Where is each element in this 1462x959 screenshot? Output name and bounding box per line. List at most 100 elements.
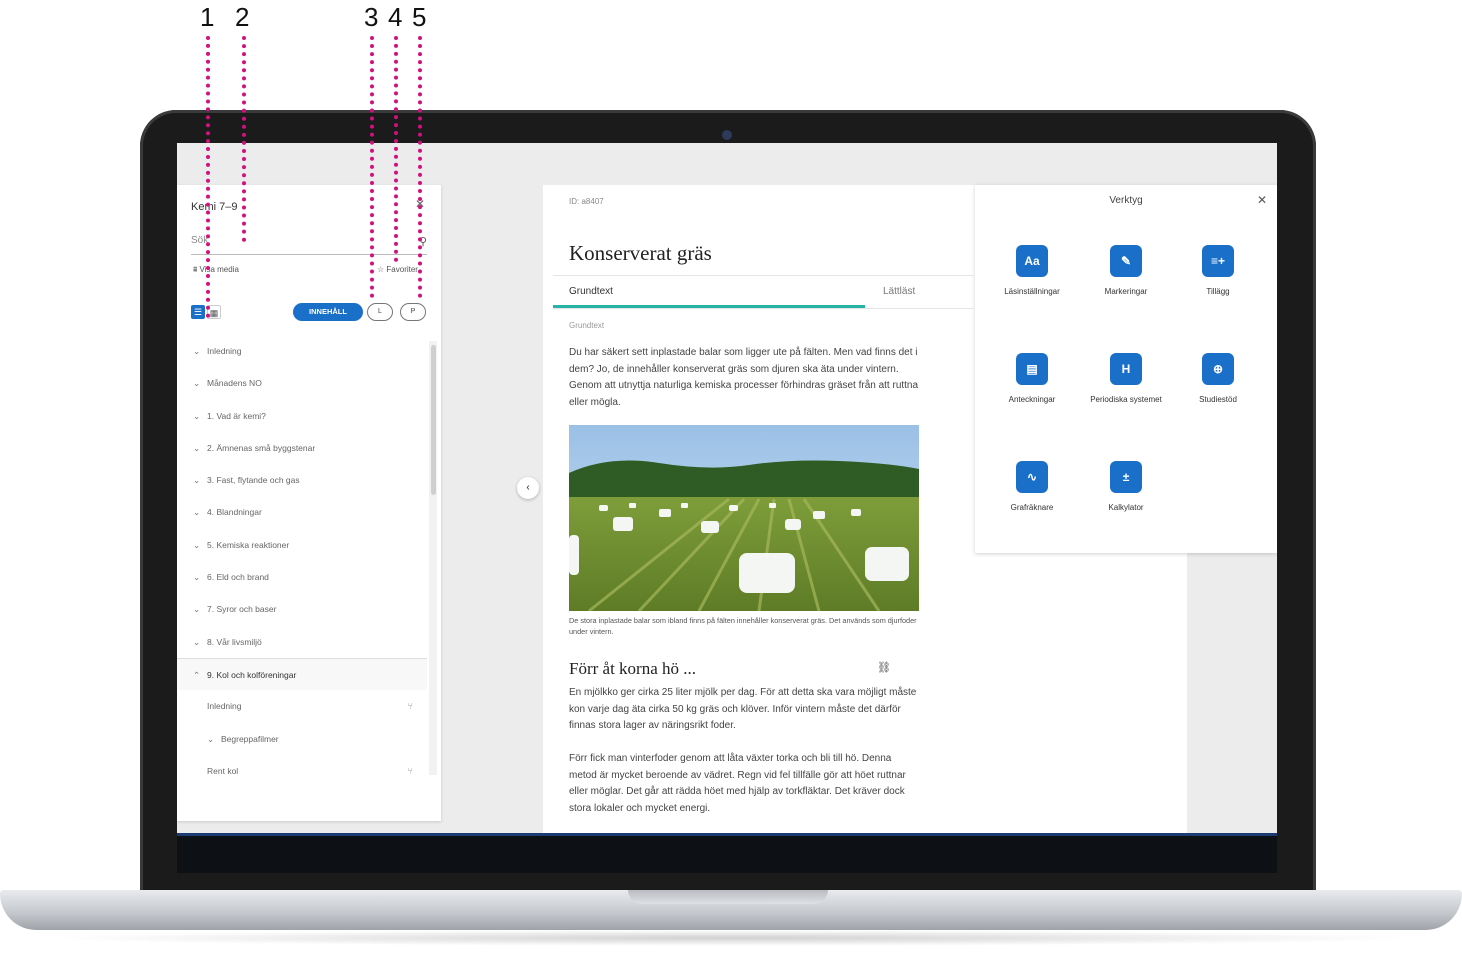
toc-subitem[interactable]: Inledning ⑂	[177, 690, 427, 722]
link-icon[interactable]: ⛓	[877, 661, 891, 674]
callout-line-2	[242, 36, 246, 242]
toc-list: ⌄ Inledning ⌄ Månadens NO ⌄ 1. Vad är kemi?…	[177, 335, 427, 787]
article-id-label: ID:	[569, 197, 580, 206]
toc-item-label: 8. Vår livsmiljö	[207, 636, 262, 647]
content-button[interactable]: INNEHÅLL	[293, 303, 363, 321]
toc-subitem[interactable]: Rent kol ⑂	[177, 755, 427, 787]
photo-caption: De stora inplastade balar som ibland fin…	[569, 616, 917, 636]
toc-item-label: 1. Vad är kemi?	[207, 410, 266, 421]
callout-line-1	[206, 36, 210, 318]
tool-additions[interactable]: ≡+ Tillägg	[1173, 245, 1263, 296]
section-label: Grundtext	[569, 321, 605, 330]
callout-line-5	[418, 36, 422, 298]
toc-item[interactable]: ⌄ 5. Kemiska reaktioner	[177, 529, 427, 561]
pin-icon[interactable]: ⑂	[408, 755, 413, 787]
toc-item[interactable]: ⌄ 6. Eld och brand	[177, 561, 427, 593]
toc-item-label: 4. Blandningar	[207, 507, 262, 518]
product-figure: 1 2 3 4 5 Kemi 7–9 ✕ Sök ⚲ ⩩ Visa media …	[0, 0, 1462, 959]
toc-subitem[interactable]: ⌄ Begreppafilmer	[177, 723, 427, 755]
search-input[interactable]: Sök ⚲	[191, 235, 427, 255]
hay-bales-photo	[569, 425, 919, 611]
chevron-down-icon: ⌄	[193, 475, 201, 486]
tool-label: Studiestöd	[1199, 395, 1237, 404]
intro-paragraph: Du har säkert sett inplastade balar som …	[569, 347, 919, 408]
laptop-shadow	[40, 930, 1422, 946]
laptop-notch	[628, 890, 828, 904]
article-title: Konserverat gräs	[569, 241, 712, 265]
section-heading: Förr åt korna hö ...	[569, 659, 697, 678]
tool-reading-settings[interactable]: Aa Läsinställningar	[987, 245, 1077, 296]
l-button[interactable]: L	[367, 303, 393, 321]
p-button[interactable]: P	[400, 303, 426, 321]
tool-label: Läsinställningar	[1004, 287, 1060, 296]
star-icon: ☆	[377, 265, 387, 274]
callout-1: 1	[200, 2, 215, 32]
toc-item-label: Begreppafilmer	[221, 733, 279, 744]
tool-calculator[interactable]: ± Kalkylator	[1081, 461, 1171, 512]
tool-periodic-table[interactable]: H Periodiska systemet	[1081, 353, 1171, 404]
screen: Kemi 7–9 ✕ Sök ⚲ ⩩ Visa media ☆ Favorite…	[177, 143, 1277, 833]
callout-5: 5	[412, 2, 427, 32]
tab-lattlast[interactable]: Lättläst	[883, 276, 915, 308]
tools-title: Verktyg	[1109, 195, 1143, 206]
chevron-up-icon: ⌃	[193, 669, 201, 680]
tool-label: Kalkylator	[1108, 503, 1144, 512]
tool-label: Tillägg	[1206, 287, 1230, 296]
toc-item-label: 5. Kemiska reaktioner	[207, 539, 290, 550]
collapse-sidebar-button[interactable]: ‹	[517, 477, 539, 499]
toc-item[interactable]: ⌄ 4. Blandningar	[177, 496, 427, 528]
book-title: Kemi 7–9	[191, 201, 238, 213]
toc-item[interactable]: ⌄ 7. Syror och baser	[177, 593, 427, 625]
tool-highlights[interactable]: ✎ Markeringar	[1081, 245, 1171, 296]
highlighter-icon: ✎	[1110, 245, 1142, 277]
list-view-icon[interactable]: ☰	[191, 305, 205, 319]
globe-icon: ⊕	[1202, 353, 1234, 385]
tools-panel: Verktyg ✕ Aa Läsinställningar ✎ Markerin…	[975, 185, 1277, 553]
chevron-down-icon: ⌄	[193, 572, 201, 583]
callout-line-4	[394, 36, 398, 262]
pin-icon[interactable]: ⑂	[408, 690, 413, 722]
periodic-table-icon: H	[1110, 353, 1142, 385]
toc-item[interactable]: ⌄ 8. Vår livsmiljö	[177, 626, 427, 658]
chevron-down-icon: ⌄	[207, 733, 215, 744]
toc-item[interactable]: ⌄ 1. Vad är kemi?	[177, 400, 427, 432]
toc-item[interactable]: ⌄ 3. Fast, flytande och gas	[177, 464, 427, 496]
chevron-down-icon: ⌄	[193, 539, 201, 550]
chevron-left-icon: ‹	[526, 482, 530, 493]
chevron-down-icon: ⌄	[193, 410, 201, 421]
callout-line-3	[370, 36, 374, 298]
webcam	[722, 130, 732, 140]
notes-icon: ▤	[1016, 353, 1048, 385]
chevron-down-icon: ⌄	[193, 507, 201, 518]
chevron-down-icon: ⌄	[193, 378, 201, 389]
scrollbar-thumb[interactable]	[431, 345, 436, 495]
tool-label: Grafräknare	[1010, 503, 1054, 512]
chevron-down-icon: ⌄	[193, 636, 201, 647]
tab-grundtext[interactable]: Grundtext	[553, 276, 865, 308]
callout-3: 3	[364, 2, 379, 32]
toc-item-label: 3. Fast, flytande och gas	[207, 475, 300, 486]
toc-item-label: Inledning	[207, 346, 242, 356]
toc-item-label: Inledning	[207, 701, 242, 712]
tool-label: Periodiska systemet	[1090, 395, 1162, 404]
toc-item-expanded[interactable]: ⌃ 9. Kol och kolföreningar	[177, 657, 427, 691]
article-id-value: a8407	[581, 197, 604, 206]
toc-item[interactable]: ⌄ 2. Ämnenas små byggstenar	[177, 432, 427, 464]
tool-notes[interactable]: ▤ Anteckningar	[987, 353, 1077, 404]
favorites-button[interactable]: ☆ Favoriter	[377, 265, 418, 274]
laptop-bezel-bottom	[177, 833, 1277, 873]
toc-item-label: Månadens NO	[207, 378, 262, 389]
show-media-filter[interactable]: ⩩ Visa media	[193, 265, 239, 275]
tool-study-support[interactable]: ⊕ Studiestöd	[1173, 353, 1263, 404]
toc-item[interactable]: ⌄ Inledning	[177, 335, 427, 367]
toc-item[interactable]: ⌄ Månadens NO	[177, 367, 427, 399]
text-version-tabs: Grundtext Lättläst	[553, 275, 973, 309]
toc-item-label: Rent kol	[207, 765, 239, 776]
tool-label: Anteckningar	[1008, 395, 1056, 404]
tool-graph-calculator[interactable]: ∿ Grafräknare	[987, 461, 1077, 512]
close-icon[interactable]: ✕	[1257, 193, 1267, 207]
graph-calculator-icon: ∿	[1016, 461, 1048, 493]
table-of-contents-panel: Kemi 7–9 ✕ Sök ⚲ ⩩ Visa media ☆ Favorite…	[177, 185, 441, 821]
toc-item-label: 9. Kol och kolföreningar	[207, 669, 297, 680]
toc-item-label: 7. Syror och baser	[207, 604, 277, 615]
